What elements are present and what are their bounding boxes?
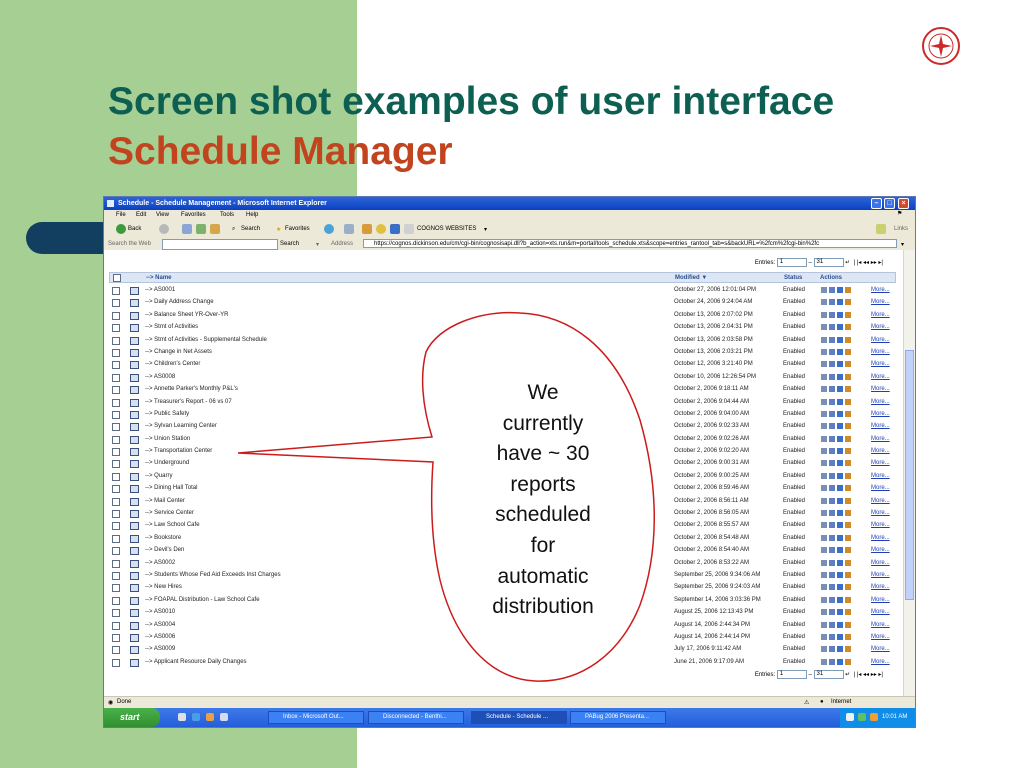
callout-line: for bbox=[530, 533, 556, 557]
callout-line: scheduled bbox=[495, 503, 591, 527]
callout-line: distribution bbox=[492, 595, 594, 619]
callout-line: We bbox=[527, 381, 559, 404]
callout-text: We currently have ~ 30 reports scheduled… bbox=[473, 378, 613, 623]
callout-line: have ~ 30 bbox=[496, 442, 590, 466]
callout-line: automatic bbox=[497, 564, 589, 588]
callout-line: currently bbox=[502, 411, 584, 435]
callout-line: reports bbox=[510, 472, 576, 496]
